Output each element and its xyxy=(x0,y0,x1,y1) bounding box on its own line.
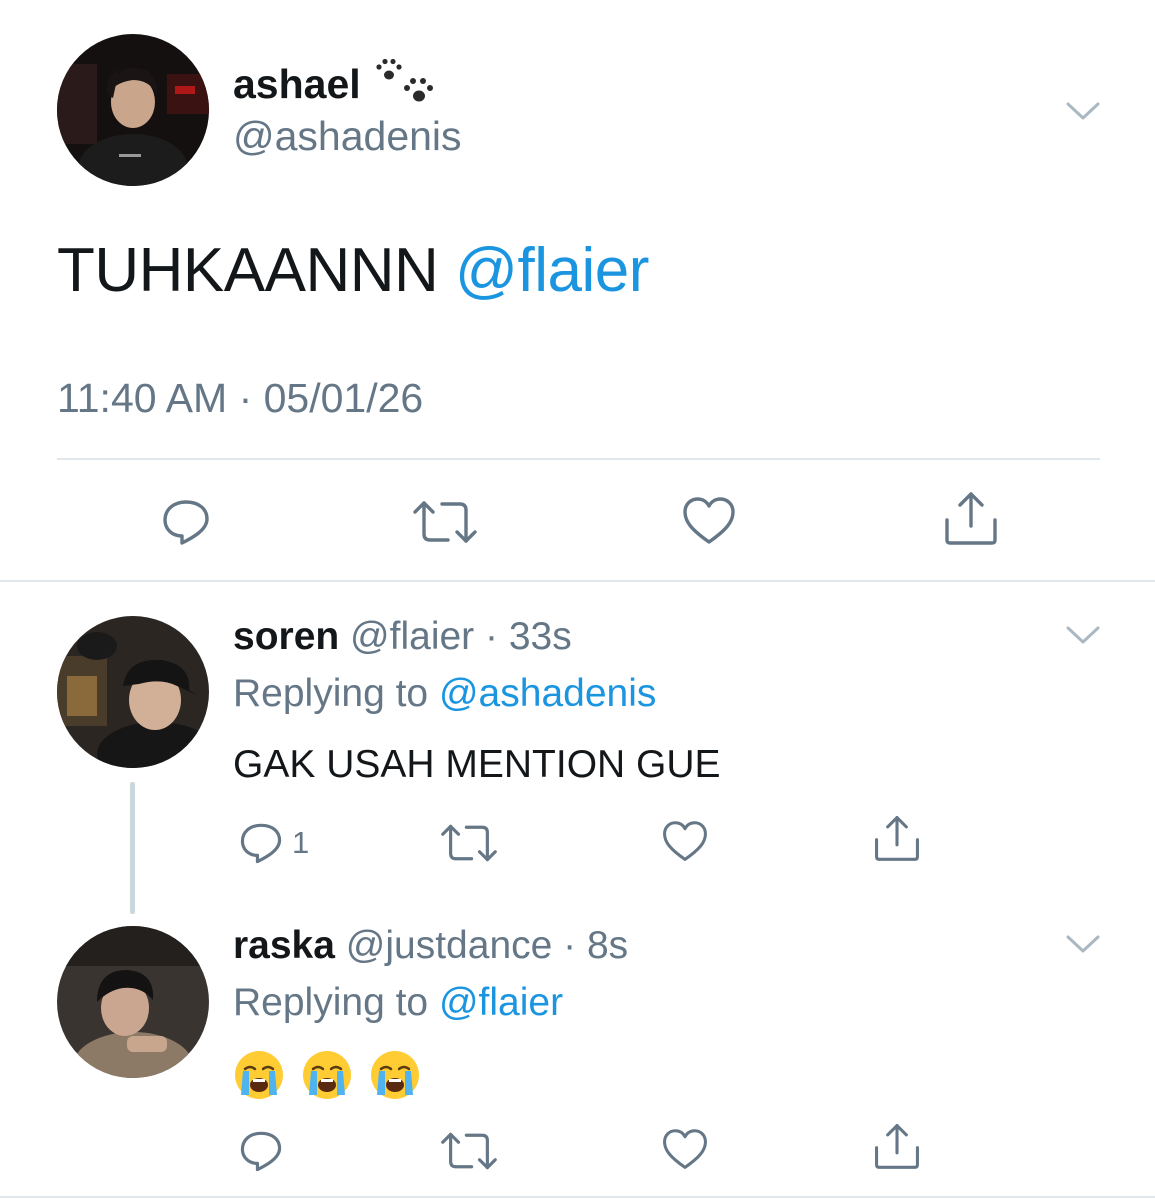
reply-header: soren @flaier · 33s xyxy=(233,617,572,656)
reply-emoji-text xyxy=(233,1049,421,1101)
bottom-divider xyxy=(0,1196,1155,1198)
avatar-soren[interactable] xyxy=(57,616,209,768)
loudly-crying-face-icon xyxy=(371,1051,419,1099)
like-button[interactable] xyxy=(682,496,736,546)
reply-author-handle[interactable]: @flaier xyxy=(350,615,474,658)
reply-icon xyxy=(163,500,209,545)
loudly-crying-face-icon xyxy=(235,1051,283,1099)
reply-count: 1 xyxy=(292,825,310,860)
chevron-down-icon[interactable] xyxy=(1066,625,1100,645)
share-button[interactable] xyxy=(874,814,920,862)
tweet-mention-link[interactable]: @flaier xyxy=(455,236,649,305)
reply-time[interactable]: · 33s xyxy=(485,615,572,658)
paw-prints-icon xyxy=(375,58,437,110)
reply-author-handle[interactable]: @justdance xyxy=(346,924,553,967)
replying-to-label: Replying to xyxy=(233,672,429,715)
chevron-down-icon[interactable] xyxy=(1066,101,1100,121)
reply-icon xyxy=(240,1131,282,1172)
replying-to: Replying to @ashadenis xyxy=(233,674,656,713)
chevron-down-icon[interactable] xyxy=(1066,934,1100,954)
tweet-timestamp[interactable]: 11:40 AM · 05/01/26 xyxy=(57,378,423,419)
like-icon xyxy=(663,1129,707,1169)
loudly-crying-face-icon xyxy=(303,1051,351,1099)
like-button[interactable] xyxy=(662,820,708,863)
retweet-button[interactable] xyxy=(412,498,478,546)
share-icon xyxy=(945,492,997,545)
replying-to-label: Replying to xyxy=(233,981,429,1024)
share-icon xyxy=(875,1124,919,1169)
share-icon xyxy=(875,816,919,861)
like-icon xyxy=(663,821,707,861)
retweet-icon xyxy=(441,1132,497,1170)
author-name-text: ashael xyxy=(233,60,361,107)
like-button[interactable] xyxy=(662,1128,708,1171)
retweet-icon xyxy=(441,824,497,862)
avatar-ashael[interactable] xyxy=(57,34,209,186)
replying-to-link[interactable]: @flaier xyxy=(439,981,563,1024)
reply-button[interactable] xyxy=(160,496,212,548)
section-divider xyxy=(0,580,1155,582)
replying-to: Replying to @flaier xyxy=(233,983,563,1022)
author-handle[interactable]: @ashadenis xyxy=(233,116,462,157)
tweet-text-body: TUHKAANNN xyxy=(57,236,439,305)
avatar-raska[interactable] xyxy=(57,926,209,1078)
reply-author-name[interactable]: soren xyxy=(233,615,339,658)
author-name[interactable]: ashael xyxy=(233,58,437,110)
tweet-text: TUHKAANNN @flaier xyxy=(57,240,649,302)
retweet-button[interactable] xyxy=(440,1130,498,1172)
reply-button[interactable] xyxy=(238,1128,284,1174)
reply-time[interactable]: · 8s xyxy=(563,924,628,967)
thread-connector xyxy=(130,782,135,914)
like-icon xyxy=(683,497,735,544)
reply-header: raska @justdance · 8s xyxy=(233,926,628,965)
retweet-button[interactable] xyxy=(440,822,498,864)
action-divider xyxy=(57,458,1100,460)
share-button[interactable] xyxy=(944,490,998,546)
reply-text: GAK USAH MENTION GUE xyxy=(233,743,721,786)
reply-icon xyxy=(240,823,282,864)
reply-author-name[interactable]: raska xyxy=(233,924,335,967)
retweet-icon xyxy=(413,501,477,543)
share-button[interactable] xyxy=(874,1122,920,1170)
replying-to-link[interactable]: @ashadenis xyxy=(439,672,656,715)
reply-button[interactable]: 1 xyxy=(238,820,309,866)
